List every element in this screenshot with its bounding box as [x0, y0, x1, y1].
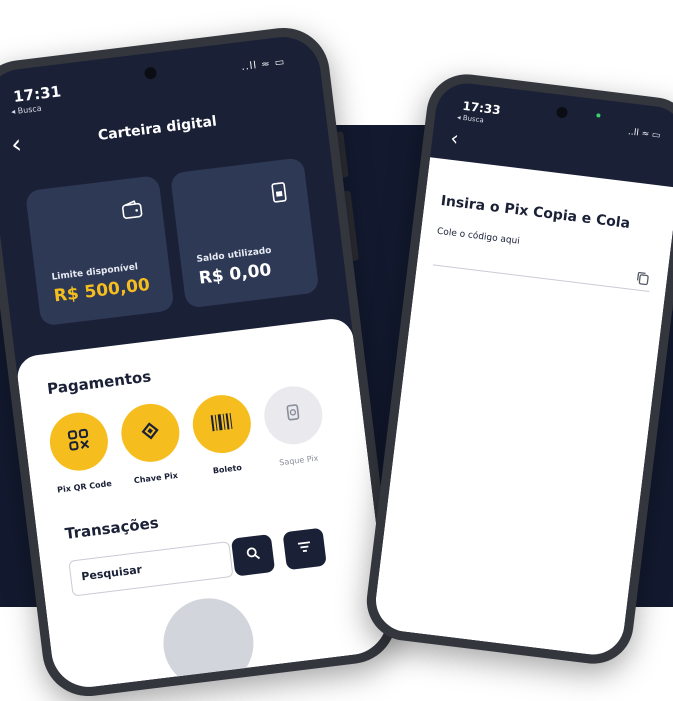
pix-qr-button[interactable] [46, 409, 112, 474]
page-title: Carteira digital [97, 113, 218, 144]
status-icons: ..ll ≈ ▭ [627, 127, 661, 142]
search-button[interactable] [230, 533, 276, 577]
boleto-button[interactable] [189, 391, 255, 457]
qr-code-icon [66, 427, 91, 456]
content-sheet: Pagamentos Pix QR Code Chave Pix Boleto … [15, 316, 392, 692]
receipt-phone-icon [270, 181, 289, 208]
copy-icon[interactable] [636, 271, 650, 288]
saque-pix-button[interactable] [260, 383, 326, 448]
pix-diamond-icon [138, 418, 163, 447]
search-input[interactable]: Pesquisar [68, 541, 234, 597]
filter-icon [297, 540, 313, 558]
camera-icon [555, 106, 569, 119]
status-time: 17:31 [12, 82, 62, 106]
input-underline [432, 264, 650, 292]
limit-card: Limite disponível R$ 500,00 [25, 175, 175, 327]
back-chevron-icon[interactable]: ‹ [449, 126, 460, 151]
payments-title: Pagamentos [46, 367, 153, 399]
status-icons: ..ll ≈ ▭ [240, 56, 286, 74]
content-sheet: Insira o Pix Copia e Cola Cole o código … [372, 157, 673, 659]
pix-key-button[interactable] [118, 400, 183, 466]
saque-pix-label: Saque Pix [278, 453, 319, 468]
loading-placeholder [158, 593, 259, 692]
transactions-title: Transações [63, 513, 160, 543]
wallet-icon [121, 199, 144, 224]
pix-code-input[interactable]: Cole o código aqui [436, 227, 520, 247]
privacy-indicator [596, 113, 601, 118]
pix-title: Insira o Pix Copia e Cola [439, 192, 631, 233]
filter-button[interactable] [282, 527, 327, 571]
used-balance-value: R$ 0,00 [197, 260, 273, 289]
barcode-icon [209, 411, 234, 438]
used-balance-card: Saldo utilizado R$ 0,00 [169, 157, 320, 309]
pix-key-label: Chave Pix [133, 470, 179, 486]
search-placeholder: Pesquisar [80, 562, 143, 584]
hand-cash-icon [282, 402, 305, 429]
pix-qr-label: Pix QR Code [56, 478, 113, 495]
phone-screen: 17:31 ◂ Busca ..ll ≈ ▭ ‹ Carteira digita… [0, 32, 392, 692]
boleto-label: Boleto [212, 463, 243, 476]
camera-icon [143, 66, 158, 80]
magnifier-icon [245, 545, 261, 565]
